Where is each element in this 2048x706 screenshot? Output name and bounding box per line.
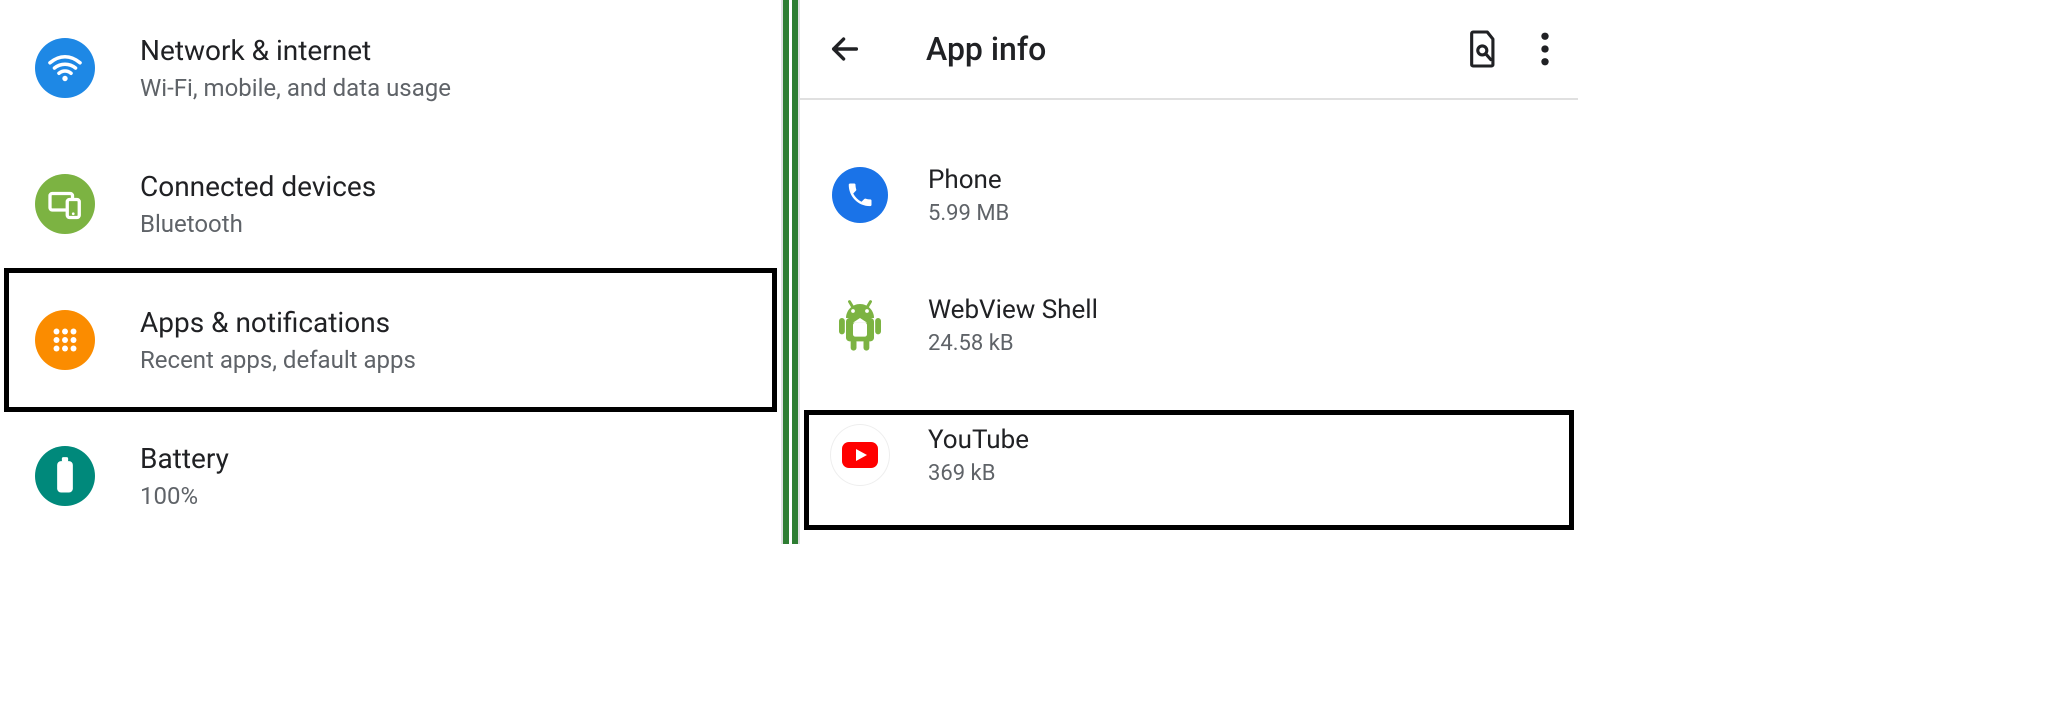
search-in-page-button[interactable] [1466, 29, 1500, 69]
settings-item-apps-notifications[interactable]: Apps & notifications Recent apps, defaul… [0, 272, 781, 408]
back-button[interactable] [828, 32, 868, 66]
find-in-page-icon [1466, 29, 1500, 69]
arrow-back-icon [828, 32, 862, 66]
app-item-phone[interactable]: Phone 5.99 MB [800, 130, 1578, 260]
apps-grid-icon [35, 310, 95, 370]
page-title: App info [926, 30, 1466, 68]
connected-devices-icon [35, 174, 95, 234]
wifi-icon [35, 38, 95, 98]
app-item-webview-shell[interactable]: WebView Shell 24.58 kB [800, 260, 1578, 390]
more-vert-icon [1540, 32, 1550, 66]
settings-item-subtitle: Wi-Fi, mobile, and data usage [140, 74, 451, 102]
app-item-youtube[interactable]: YouTube 369 kB [800, 390, 1578, 520]
appinfo-panel: App info [798, 0, 1578, 544]
settings-panel: Network & internet Wi-Fi, mobile, and da… [0, 0, 783, 544]
settings-item-title: Network & internet [140, 34, 451, 68]
app-item-name: Phone [928, 165, 1009, 195]
settings-item-title: Apps & notifications [140, 306, 416, 340]
settings-item-subtitle: 100% [140, 482, 229, 510]
appinfo-header: App info [800, 0, 1578, 100]
android-robot-icon [830, 295, 890, 355]
app-item-size: 24.58 kB [928, 331, 1098, 356]
app-list: Phone 5.99 MB [800, 100, 1578, 520]
settings-item-subtitle: Recent apps, default apps [140, 346, 416, 374]
settings-item-title: Connected devices [140, 170, 376, 204]
battery-icon [35, 446, 95, 506]
settings-item-connected-devices[interactable]: Connected devices Bluetooth [0, 136, 781, 272]
settings-item-title: Battery [140, 442, 229, 476]
settings-item-network[interactable]: Network & internet Wi-Fi, mobile, and da… [0, 0, 781, 136]
app-item-name: WebView Shell [928, 295, 1098, 325]
settings-item-battery[interactable]: Battery 100% [0, 408, 781, 544]
phone-app-icon [830, 165, 890, 225]
panel-divider [783, 0, 798, 544]
app-item-size: 5.99 MB [928, 201, 1009, 226]
app-item-size: 369 kB [928, 461, 1029, 486]
settings-item-subtitle: Bluetooth [140, 210, 376, 238]
app-item-name: YouTube [928, 425, 1029, 455]
more-options-button[interactable] [1540, 32, 1550, 66]
youtube-app-icon [830, 425, 890, 485]
